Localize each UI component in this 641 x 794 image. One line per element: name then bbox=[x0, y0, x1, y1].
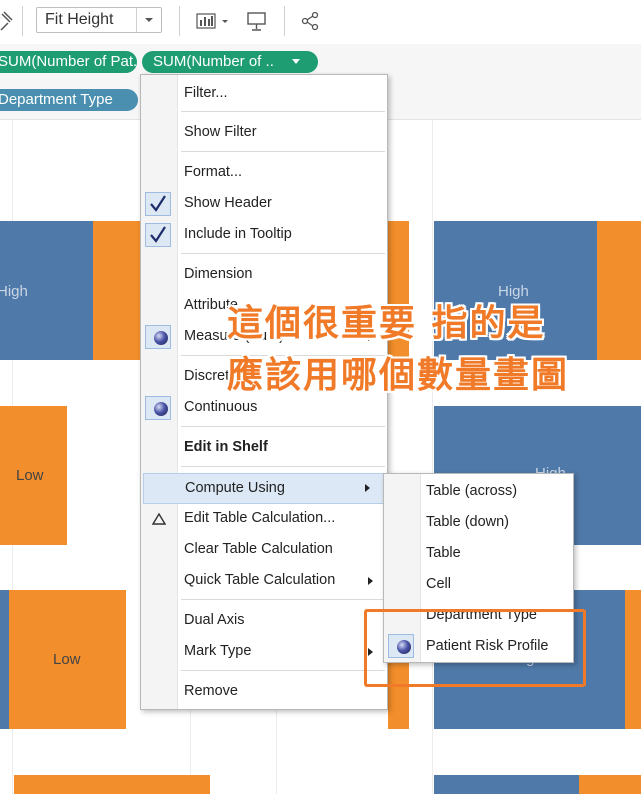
radio-selected-icon bbox=[145, 396, 171, 420]
menu-item-label: Table (across) bbox=[426, 483, 518, 499]
submenu-item-cell[interactable]: Cell bbox=[384, 570, 573, 600]
menu-item-label: Remove bbox=[184, 683, 238, 699]
measure-pill-1-label: SUM(Number of Pat.. bbox=[0, 53, 137, 70]
menu-item-label: Show Filter bbox=[184, 124, 257, 140]
checkmark-icon bbox=[145, 192, 171, 216]
menu-item-label: Clear Table Calculation bbox=[184, 541, 333, 557]
annotation-text-line2: 應該用哪個數量畫圖 bbox=[227, 355, 570, 396]
mark-blue[interactable] bbox=[0, 590, 9, 729]
mark-low-2[interactable]: Low bbox=[9, 590, 126, 729]
fit-height-label: Fit Height bbox=[45, 11, 114, 28]
dimension-pill-label: Department Type bbox=[0, 91, 113, 108]
menu-item-label: Quick Table Calculation bbox=[184, 572, 336, 588]
menu-item-show-filter[interactable]: Show Filter bbox=[141, 119, 387, 149]
menu-separator bbox=[181, 151, 385, 152]
menu-item-show-header[interactable]: Show Header bbox=[141, 190, 387, 220]
share-icon[interactable] bbox=[300, 10, 322, 32]
menu-separator bbox=[181, 466, 385, 467]
mark-orange[interactable] bbox=[579, 775, 641, 794]
menu-item-label: Compute Using bbox=[185, 480, 285, 496]
menu-separator bbox=[181, 670, 385, 671]
menu-item-label: Format... bbox=[184, 164, 243, 180]
submenu-arrow-icon bbox=[368, 577, 373, 585]
menu-item-quick-table-calc[interactable]: Quick Table Calculation bbox=[141, 567, 387, 597]
chevron-down-icon bbox=[136, 8, 161, 32]
toolbar-separator bbox=[179, 6, 180, 36]
menu-item-continuous[interactable]: Continuous bbox=[141, 394, 387, 424]
submenu-arrow-icon bbox=[365, 484, 370, 492]
menu-item-label: Edit in Shelf bbox=[184, 439, 268, 455]
mark-label: High bbox=[0, 283, 28, 300]
caret-down-icon[interactable] bbox=[291, 58, 301, 66]
menu-item-label: Table bbox=[426, 545, 461, 561]
menu-separator bbox=[181, 426, 385, 427]
measure-pill-2-label: SUM(Number of .. bbox=[153, 53, 274, 70]
measure-pill-2[interactable]: SUM(Number of .. bbox=[142, 51, 318, 73]
pin-icon[interactable] bbox=[0, 10, 16, 32]
presentation-icon[interactable] bbox=[246, 10, 268, 32]
mark-blue[interactable] bbox=[434, 775, 579, 794]
menu-item-label: Table (down) bbox=[426, 514, 510, 530]
menu-separator bbox=[181, 253, 385, 254]
menu-item-label: Include in Tooltip bbox=[184, 226, 292, 242]
mark-low-1[interactable]: Low bbox=[0, 406, 67, 545]
submenu-item-table-down[interactable]: Table (down) bbox=[384, 508, 573, 538]
checkmark-icon bbox=[145, 223, 171, 247]
menu-separator bbox=[181, 111, 385, 112]
mark-orange[interactable] bbox=[93, 221, 141, 360]
submenu-item-table[interactable]: Table bbox=[384, 539, 573, 569]
dimension-pill[interactable]: Department Type bbox=[0, 89, 138, 111]
submenu-item-table-across[interactable]: Table (across) bbox=[384, 477, 573, 507]
mark-high-left[interactable]: High bbox=[0, 221, 93, 360]
measure-pill-1[interactable]: SUM(Number of Pat.. bbox=[0, 51, 137, 73]
menu-item-mark-type[interactable]: Mark Type bbox=[141, 638, 387, 668]
delta-icon bbox=[152, 513, 166, 525]
menu-item-label: Mark Type bbox=[184, 643, 252, 659]
show-me-icon[interactable] bbox=[196, 11, 232, 31]
menu-item-edit-in-shelf[interactable]: Edit in Shelf bbox=[141, 434, 387, 464]
toolbar-separator bbox=[284, 6, 285, 36]
annotation-highlight-box bbox=[364, 609, 586, 687]
gridline bbox=[432, 120, 433, 794]
fit-height-select[interactable]: Fit Height bbox=[36, 7, 162, 33]
annotation-text-line1: 這個很重要 指的是 bbox=[227, 303, 546, 344]
menu-item-filter[interactable]: Filter... bbox=[141, 80, 387, 110]
menu-item-label: Dimension bbox=[184, 266, 253, 282]
menu-item-include-tooltip[interactable]: Include in Tooltip bbox=[141, 221, 387, 251]
menu-item-edit-table-calc[interactable]: Edit Table Calculation... bbox=[141, 505, 387, 535]
radio-selected-icon bbox=[145, 325, 171, 349]
menu-item-label: Show Header bbox=[184, 195, 272, 211]
mark-orange[interactable] bbox=[14, 775, 210, 794]
menu-item-label: Dual Axis bbox=[184, 612, 245, 628]
menu-item-label: Continuous bbox=[184, 399, 258, 415]
toolbar-separator bbox=[22, 6, 23, 36]
mark-orange[interactable] bbox=[625, 590, 641, 729]
menu-item-format[interactable]: Format... bbox=[141, 159, 387, 189]
menu-item-compute-using[interactable]: Compute Using bbox=[143, 473, 385, 504]
menu-item-label: Edit Table Calculation... bbox=[184, 510, 336, 526]
mark-label: Low bbox=[16, 467, 44, 484]
toolbar: Fit Height bbox=[0, 0, 641, 45]
menu-separator bbox=[181, 599, 385, 600]
menu-item-dual-axis[interactable]: Dual Axis bbox=[141, 607, 387, 637]
menu-item-label: Cell bbox=[426, 576, 451, 592]
menu-item-remove[interactable]: Remove bbox=[141, 678, 387, 708]
menu-item-label: Filter... bbox=[184, 85, 228, 101]
menu-item-dimension[interactable]: Dimension bbox=[141, 261, 387, 291]
menu-item-clear-table-calc[interactable]: Clear Table Calculation bbox=[141, 536, 387, 566]
mark-label: Low bbox=[53, 651, 81, 668]
mark-orange[interactable] bbox=[597, 221, 641, 360]
